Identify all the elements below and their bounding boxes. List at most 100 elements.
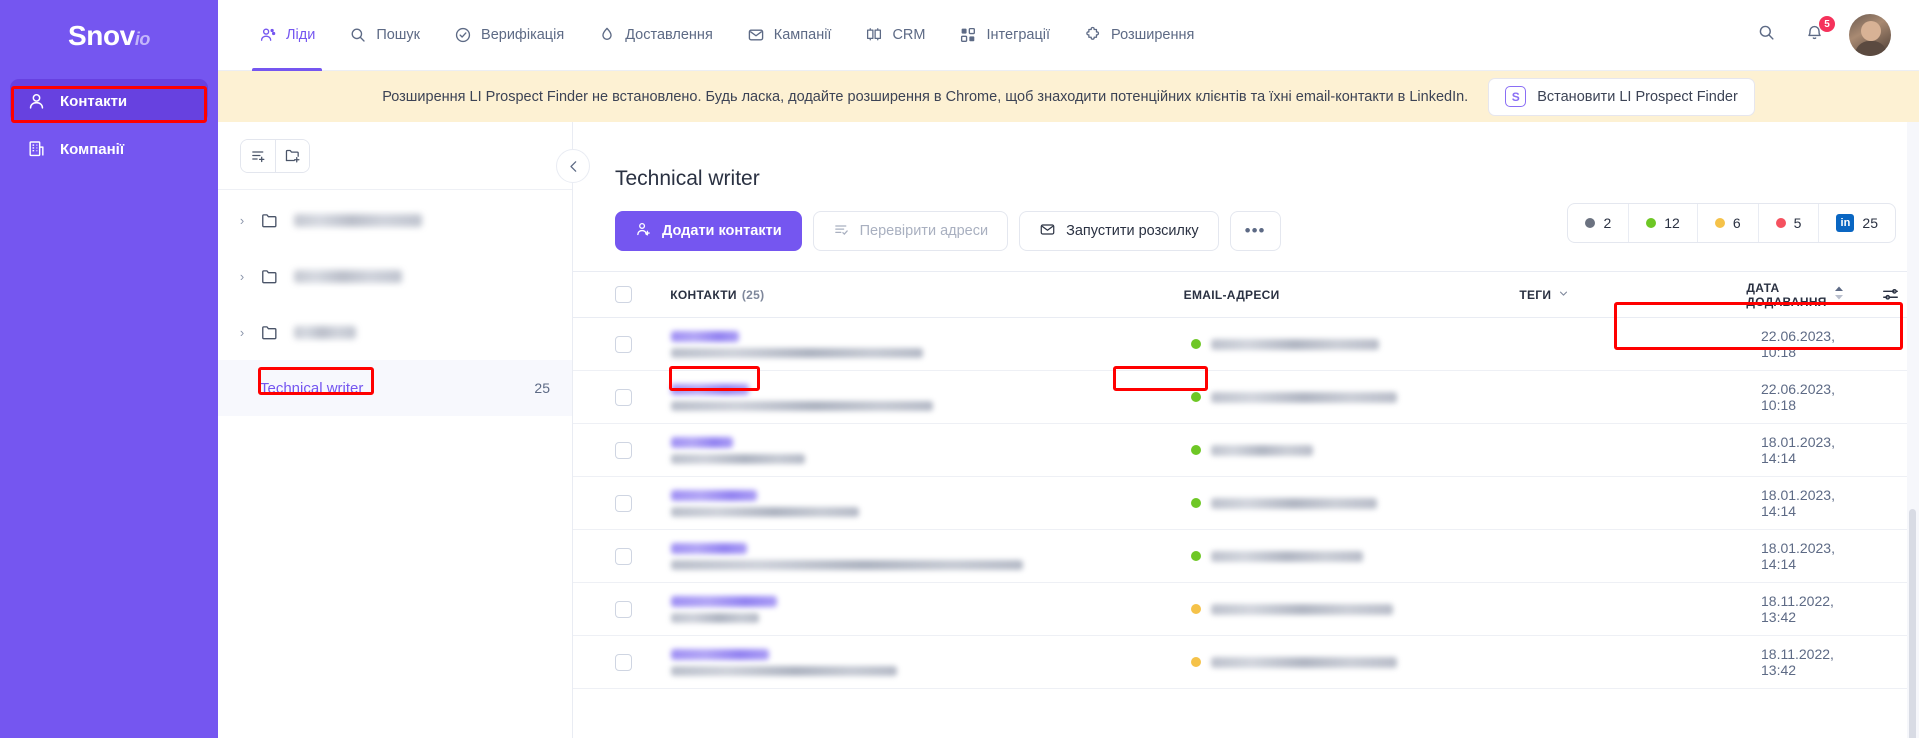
sidebar-item-companies[interactable]: Компанії — [10, 127, 208, 171]
row-checkbox[interactable] — [615, 441, 632, 459]
vertical-scrollbar[interactable] — [1909, 509, 1916, 738]
contact-cell — [671, 542, 1191, 570]
tab-leads[interactable]: Ліди — [242, 0, 332, 71]
envelope-icon — [1039, 221, 1056, 242]
chevron-down-icon — [1558, 288, 1569, 302]
header-contacts[interactable]: КОНТАКТИ (25) — [670, 288, 1183, 302]
email-address-redacted — [1211, 444, 1313, 456]
folder-row[interactable]: › — [218, 304, 572, 360]
logo-name: Snov — [67, 19, 135, 51]
chevron-right-icon[interactable]: › — [236, 325, 248, 340]
contact-cell — [671, 648, 1191, 676]
contact-name-redacted[interactable] — [671, 648, 769, 660]
table-row[interactable]: 18.01.2023, 14:14 — [573, 477, 1919, 530]
contact-cell — [671, 383, 1191, 411]
stat-red[interactable]: 5 — [1757, 204, 1819, 242]
header-tags[interactable]: ТЕГИ — [1519, 288, 1746, 302]
email-status-dot — [1191, 551, 1201, 561]
row-checkbox[interactable] — [615, 335, 632, 353]
tab-extensions[interactable]: Розширення — [1067, 0, 1211, 71]
folder-row[interactable]: › — [218, 248, 572, 304]
add-folder-icon[interactable] — [275, 139, 309, 172]
contact-name-redacted[interactable] — [671, 436, 733, 448]
tab-search[interactable]: Пошук — [332, 0, 437, 71]
email-cell — [1191, 550, 1531, 562]
avatar[interactable] — [1849, 14, 1891, 56]
stat-value: 5 — [1793, 215, 1802, 231]
stat-value: 2 — [1603, 215, 1612, 231]
chevron-right-icon[interactable]: › — [236, 269, 248, 284]
notification-badge: 5 — [1819, 16, 1835, 32]
select-all-checkbox[interactable] — [615, 286, 632, 303]
sidebar-item-label: Компанії — [60, 140, 125, 158]
contact-cell — [671, 595, 1191, 623]
folder-row[interactable]: › — [218, 192, 572, 248]
table-row[interactable]: 18.11.2022, 13:42 — [573, 636, 1919, 689]
tab-campaigns[interactable]: Кампанії — [730, 0, 849, 71]
tab-label: Розширення — [1111, 27, 1195, 43]
tab-verification[interactable]: Верифікація — [437, 0, 581, 71]
table-row[interactable]: 18.11.2022, 13:42 — [573, 583, 1919, 636]
global-search-button[interactable] — [1753, 22, 1779, 48]
header-date-added[interactable]: ДАТА ДОДАВАННЯ — [1746, 281, 1861, 309]
date-cell: 18.11.2022, 13:42 — [1761, 646, 1834, 678]
start-campaign-label: Запустити розсилку — [1066, 223, 1199, 239]
building-icon — [27, 140, 46, 159]
row-checkbox[interactable] — [615, 388, 632, 406]
email-cell — [1191, 656, 1531, 668]
email-address-redacted — [1211, 603, 1393, 615]
row-checkbox[interactable] — [615, 600, 632, 618]
contact-name-redacted[interactable] — [671, 542, 747, 554]
row-select-cell — [615, 441, 671, 459]
body-columns: › › › Technical writer 25 Technical writ… — [218, 122, 1919, 738]
table-row[interactable]: 22.06.2023, 10:18 — [573, 318, 1919, 371]
back-button[interactable] — [556, 149, 590, 183]
stat-yellow[interactable]: 6 — [1696, 204, 1758, 242]
right-column: Ліди Пошук Верифікація Доставлення Кампа… — [218, 0, 1919, 738]
add-list-icon[interactable] — [241, 139, 275, 172]
add-contacts-button[interactable]: Додати контакти — [615, 211, 802, 251]
header-contacts-count: (25) — [741, 287, 765, 302]
row-checkbox[interactable] — [615, 653, 632, 671]
contact-name-redacted[interactable] — [671, 595, 777, 607]
folder-count: 25 — [534, 380, 550, 396]
row-checkbox[interactable] — [615, 547, 632, 565]
row-checkbox[interactable] — [615, 494, 632, 512]
contact-name-redacted[interactable] — [671, 383, 749, 395]
sidebar-item-contacts[interactable]: Контакти — [10, 79, 208, 123]
header-emails[interactable]: EMAIL-АДРЕСИ — [1184, 288, 1520, 302]
notifications-button[interactable]: 5 — [1801, 16, 1835, 48]
install-extension-button[interactable]: S Встановити LI Prospect Finder — [1488, 77, 1755, 116]
more-actions-button[interactable]: ••• — [1229, 211, 1281, 251]
status-dot — [1714, 218, 1725, 228]
email-address-redacted — [1211, 338, 1379, 350]
folder-row-technical-writer[interactable]: Technical writer 25 — [218, 360, 572, 416]
stat-green[interactable]: 12 — [1628, 204, 1697, 242]
table-row[interactable]: 22.06.2023, 10:18 — [573, 371, 1919, 424]
table-header-row: КОНТАКТИ (25) EMAIL-АДРЕСИ ТЕГИ ДАТА ДОД… — [573, 272, 1919, 318]
table-row[interactable]: 18.01.2023, 14:14 — [573, 530, 1919, 583]
date-cell: 18.01.2023, 14:14 — [1761, 540, 1835, 572]
tab-crm[interactable]: CRM — [848, 0, 942, 71]
tab-integrations[interactable]: Інтеграції — [942, 0, 1067, 71]
contact-name-redacted[interactable] — [671, 489, 757, 501]
stat-linkedin[interactable]: in 25 — [1818, 204, 1895, 242]
contacts-pane: Technical writer Додати контакти Перевір… — [556, 122, 1919, 738]
email-cell — [1191, 603, 1531, 615]
verify-addresses-button[interactable]: Перевірити адреси — [812, 211, 1009, 251]
start-campaign-button[interactable]: Запустити розсилку — [1019, 211, 1219, 251]
left-sidebar: Snovio Контакти Компанії — [0, 0, 218, 738]
folder-name-redacted — [294, 325, 356, 339]
row-select-cell — [615, 600, 671, 618]
email-status-dot — [1191, 498, 1201, 508]
tab-deliverability[interactable]: Доставлення — [581, 0, 730, 71]
chevron-right-icon[interactable]: › — [236, 213, 248, 228]
contact-name-redacted[interactable] — [671, 330, 739, 342]
table-row[interactable]: 18.01.2023, 14:14 — [573, 424, 1919, 477]
stat-grey[interactable]: 2 — [1568, 204, 1628, 242]
brand-logo[interactable]: Snovio — [0, 0, 218, 71]
tab-label: Пошук — [376, 27, 421, 43]
contact-cell — [671, 330, 1191, 358]
add-user-icon — [635, 221, 652, 242]
email-status-dot — [1191, 604, 1201, 614]
